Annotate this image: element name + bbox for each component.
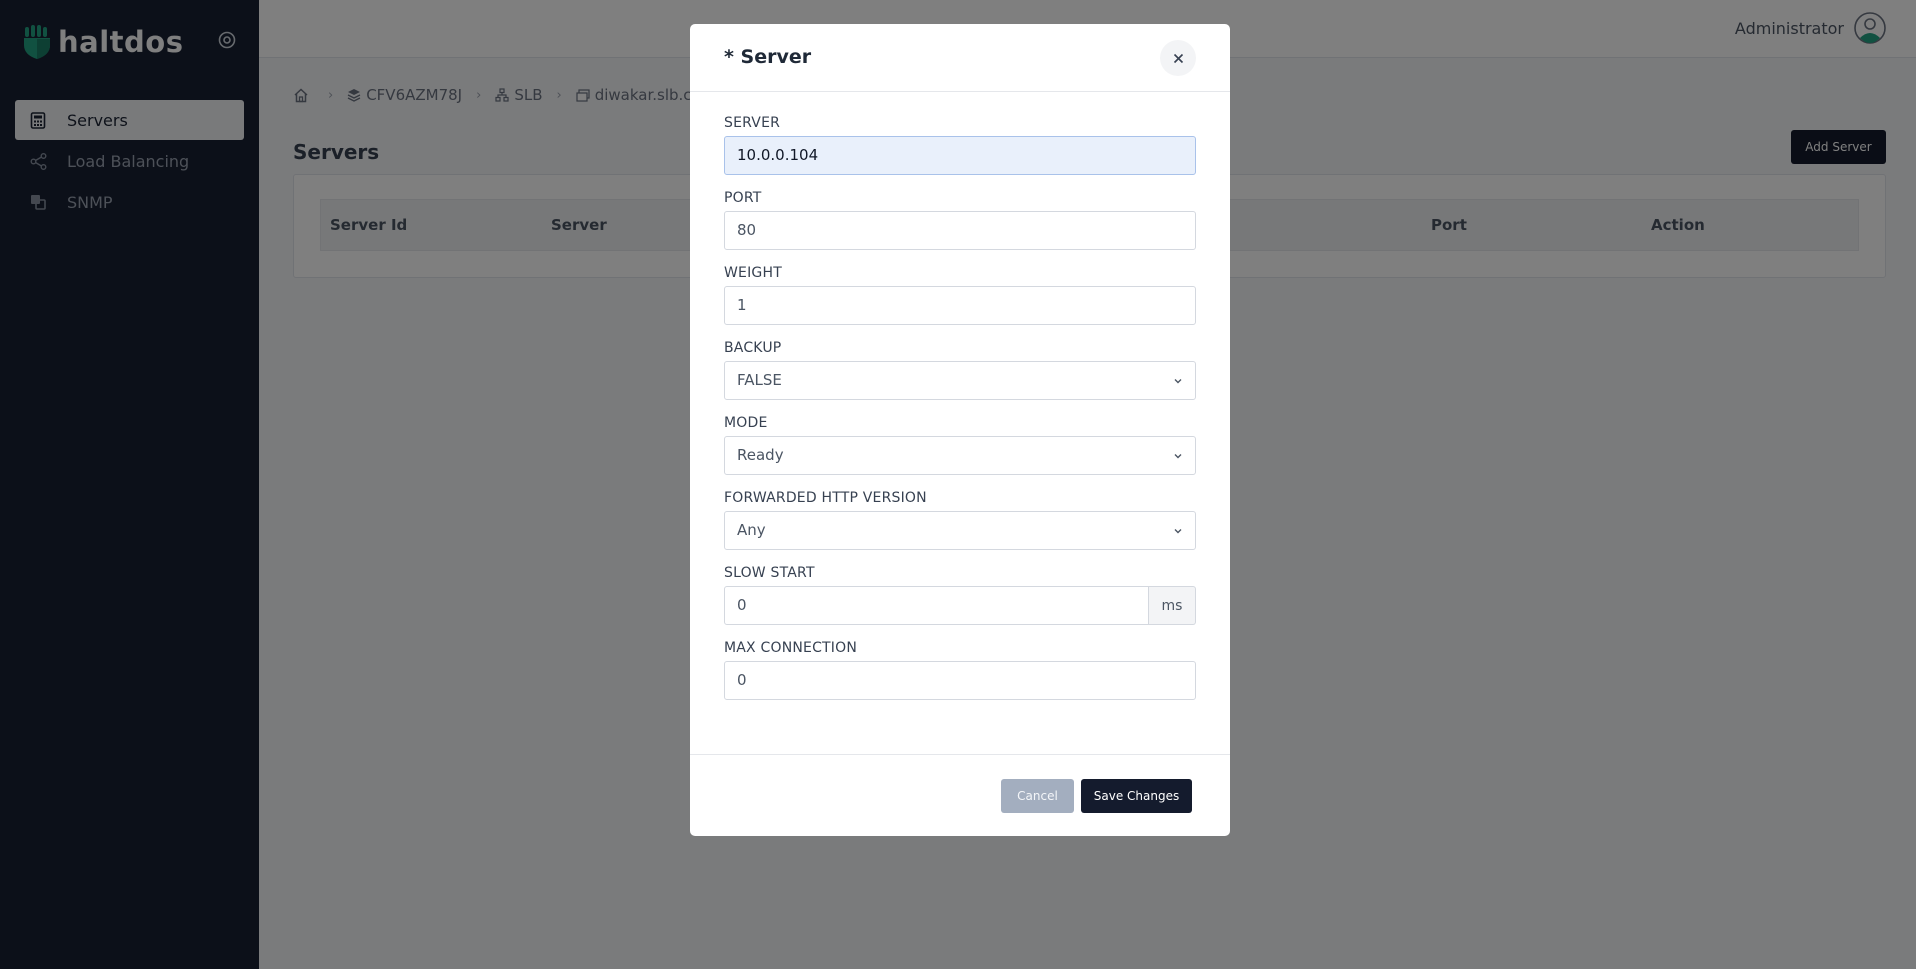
mode-label: MODE [724,415,768,431]
server-modal: * Server SERVER 10.0.0.104 PORT 80 WEIGH… [690,24,1230,836]
field-port: PORT 80 [724,189,1196,250]
http-version-select[interactable]: Any [724,511,1196,550]
cancel-button[interactable]: Cancel [1001,779,1074,813]
slow-start-unit: ms [1149,586,1196,625]
chevron-down-icon [1174,454,1182,459]
modal-close-button[interactable] [1160,40,1196,76]
server-input[interactable]: 10.0.0.104 [724,136,1196,175]
slow-start-label: SLOW START [724,565,815,581]
weight-input[interactable]: 1 [724,286,1196,325]
save-changes-button[interactable]: Save Changes [1081,779,1192,813]
weight-label: WEIGHT [724,265,782,281]
close-icon [1173,53,1183,63]
field-max-connection: MAX CONNECTION 0 [724,639,1196,700]
backup-select[interactable]: FALSE [724,361,1196,400]
server-label: SERVER [724,115,781,131]
chevron-down-icon [1174,529,1182,534]
backup-label: BACKUP [724,340,782,356]
field-weight: WEIGHT 1 [724,264,1196,325]
max-connection-label: MAX CONNECTION [724,640,858,656]
max-connection-input[interactable]: 0 [724,661,1196,700]
modal-header: * Server [690,24,1230,92]
field-backup: BACKUP FALSE [724,339,1196,400]
slow-start-input[interactable]: 0 [724,586,1149,625]
app-root: haltdos [0,0,1916,969]
slow-start-group: 0 ms [724,586,1196,625]
modal-footer: Cancel Save Changes [690,754,1230,836]
field-server: SERVER 10.0.0.104 [724,114,1196,175]
http-version-label: FORWARDED HTTP VERSION [724,490,927,506]
backup-selected-value: FALSE [737,371,782,389]
modal-body: SERVER 10.0.0.104 PORT 80 WEIGHT 1 BACKU… [690,92,1230,700]
modal-title: * Server [724,46,812,68]
http-version-selected-value: Any [737,521,766,539]
port-label: PORT [724,190,762,206]
port-input[interactable]: 80 [724,211,1196,250]
field-slow-start: SLOW START 0 ms [724,564,1196,625]
mode-select[interactable]: Ready [724,436,1196,475]
field-http-version: FORWARDED HTTP VERSION Any [724,489,1196,550]
mode-selected-value: Ready [737,446,784,464]
chevron-down-icon [1174,379,1182,384]
field-mode: MODE Ready [724,414,1196,475]
